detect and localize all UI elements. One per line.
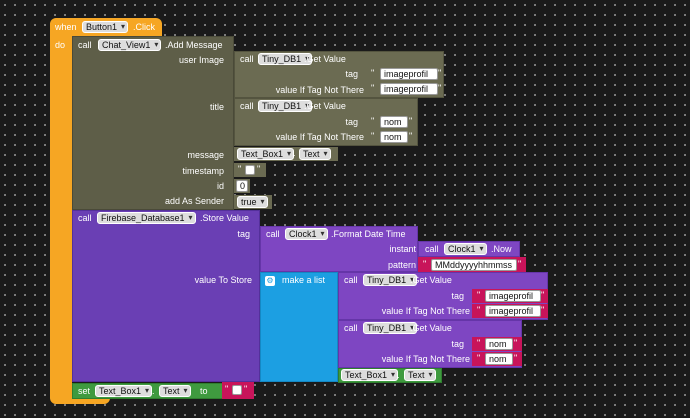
add-as-sender-socket-label: add As Sender xyxy=(164,196,224,206)
firebase-component-dropdown[interactable]: Firebase_Database1 xyxy=(97,212,196,224)
clock-now-component-dropdown[interactable]: Clock1 xyxy=(444,243,487,255)
close-quote-icon: " xyxy=(514,338,518,348)
default-nom-field[interactable]: nom xyxy=(380,131,408,143)
chat-view-component-dropdown[interactable]: Chat_View1 xyxy=(98,39,162,51)
open-quote-icon: " xyxy=(371,131,375,141)
textbox-property-dropdown[interactable]: Text xyxy=(299,148,331,160)
message-socket-label: message xyxy=(187,150,224,160)
clock-now-call-keyword: call xyxy=(425,244,439,254)
open-quote-icon: " xyxy=(371,83,375,93)
open-quote-icon: " xyxy=(477,338,481,348)
tinydb-tag-label: tag xyxy=(451,291,464,301)
tinydb-get-value-method: .Get Value xyxy=(304,54,346,64)
store-value-method: .Store Value xyxy=(200,213,249,223)
open-quote-icon: " xyxy=(225,384,229,394)
default-nom-field[interactable]: nom xyxy=(485,353,513,365)
when-keyword: when xyxy=(55,22,77,32)
make-a-list-block[interactable] xyxy=(260,272,338,382)
tag-nom-field[interactable]: nom xyxy=(485,338,513,350)
pattern-field[interactable]: MMddyyyyhhmmss xyxy=(431,259,517,271)
set-textbox-dot: . xyxy=(152,386,155,396)
title-socket-label: title xyxy=(209,102,224,112)
event-block-spine xyxy=(50,34,72,398)
close-quote-icon: " xyxy=(244,384,248,394)
pattern-label: pattern xyxy=(387,260,416,270)
tinydb-tag-label: tag xyxy=(451,339,464,349)
default-imageprofil-field[interactable]: imageprofil xyxy=(485,305,541,317)
tinydb-get-value-method: .Get Value xyxy=(410,275,452,285)
tinydb-get-value-method: .Get Value xyxy=(410,323,452,333)
firebase-call-keyword: call xyxy=(78,213,92,223)
tinydb-default-label: value If Tag Not There xyxy=(381,354,470,364)
textbox-component-dropdown[interactable]: Text_Box1 xyxy=(237,148,295,160)
close-quote-icon: " xyxy=(518,259,522,269)
tinydb-tag-label: tag xyxy=(345,117,358,127)
close-quote-icon: " xyxy=(541,305,545,315)
timestamp-socket-label: timestamp xyxy=(182,166,224,176)
open-quote-icon: " xyxy=(423,259,427,269)
default-imageprofil-field[interactable]: imageprofil xyxy=(380,83,438,95)
empty-text-field[interactable] xyxy=(232,385,242,395)
tinydb-call-keyword: call xyxy=(240,54,254,64)
tinydb-call-keyword: call xyxy=(344,323,358,333)
tinydb-default-label: value If Tag Not There xyxy=(275,132,364,142)
gear-icon[interactable]: ⚙ xyxy=(265,276,275,286)
tag-nom-field[interactable]: nom xyxy=(380,116,408,128)
tag-imageprofil-field[interactable]: imageprofil xyxy=(485,290,541,302)
open-quote-icon: " xyxy=(371,68,375,78)
tinydb-default-label: value If Tag Not There xyxy=(381,306,470,316)
open-quote-icon: " xyxy=(477,290,481,300)
close-quote-icon: " xyxy=(438,68,442,78)
clock-component-dropdown[interactable]: Clock1 xyxy=(285,228,328,240)
tag-imageprofil-field[interactable]: imageprofil xyxy=(380,68,438,80)
user-image-socket-label: user Image xyxy=(178,55,224,65)
now-method: .Now xyxy=(491,244,512,254)
value-to-store-label: value To Store xyxy=(194,275,252,285)
empty-text-field[interactable] xyxy=(245,165,255,175)
id-socket-label: id xyxy=(216,181,224,191)
close-quote-icon: " xyxy=(257,164,261,174)
button1-dropdown[interactable]: Button1 xyxy=(82,21,129,33)
close-quote-icon: " xyxy=(409,131,413,141)
textbox-component-dropdown[interactable]: Text_Box1 xyxy=(341,369,399,381)
tinydb-get-value-method: .Get Value xyxy=(304,101,346,111)
close-quote-icon: " xyxy=(514,353,518,363)
instant-label: instant xyxy=(389,244,416,254)
tinydb-call-keyword: call xyxy=(240,101,254,111)
set-textbox-component-dropdown[interactable]: Text_Box1 xyxy=(95,385,153,397)
id-number-field[interactable]: 0 xyxy=(236,180,248,192)
format-date-time-method: .Format Date Time xyxy=(331,229,406,239)
textbox-dot: . xyxy=(397,370,400,380)
textbox-dot: . xyxy=(293,148,296,158)
click-event-label: .Click xyxy=(133,22,155,32)
firebase-tag-label: tag xyxy=(237,229,250,239)
open-quote-icon: " xyxy=(477,353,481,363)
add-message-call-keyword: call xyxy=(78,40,92,50)
open-quote-icon: " xyxy=(477,305,481,315)
tinydb-default-label: value If Tag Not There xyxy=(275,85,364,95)
clock-call-keyword: call xyxy=(266,229,280,239)
textbox-property-dropdown[interactable]: Text xyxy=(404,369,436,381)
to-keyword: to xyxy=(200,386,208,396)
set-textbox-property-dropdown[interactable]: Text xyxy=(159,385,191,397)
boolean-true-dropdown[interactable]: true xyxy=(237,196,268,208)
open-quote-icon: " xyxy=(238,164,242,174)
tinydb-call-keyword: call xyxy=(344,275,358,285)
close-quote-icon: " xyxy=(541,290,545,300)
close-quote-icon: " xyxy=(438,83,442,93)
make-a-list-label: make a list xyxy=(282,275,326,285)
open-quote-icon: " xyxy=(371,116,375,126)
tinydb-tag-label: tag xyxy=(345,69,358,79)
add-message-method: .Add Message xyxy=(165,40,223,50)
close-quote-icon: " xyxy=(409,116,413,126)
do-keyword: do xyxy=(55,40,66,50)
set-keyword: set xyxy=(78,386,91,396)
